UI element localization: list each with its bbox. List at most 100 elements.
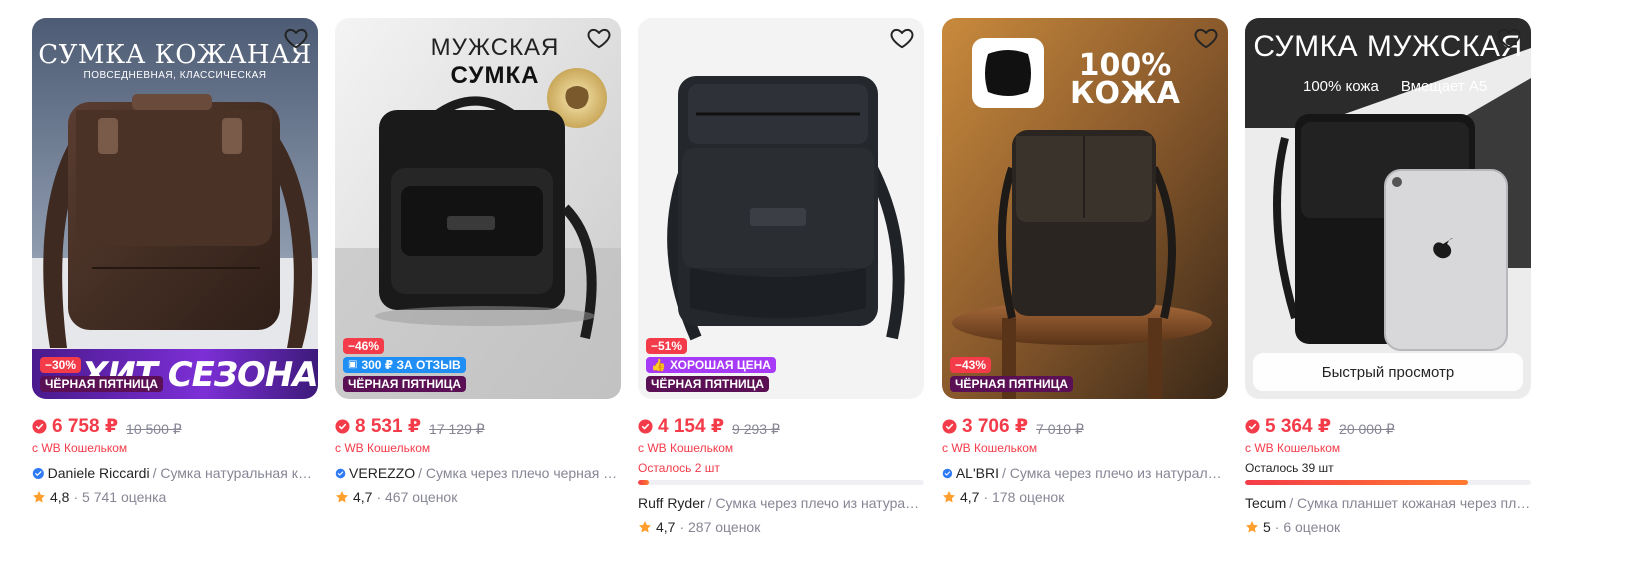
product-title[interactable]: Daniele Riccardi / Сумка натуральная кож… bbox=[32, 464, 318, 482]
product-title[interactable]: Tecum / Сумка планшет кожаная через плеч… bbox=[1245, 494, 1531, 512]
product-card[interactable]: 100% КОЖА −43% ЧЁРНАЯ ПЯТНИЦА 3 706 ₽ 7 … bbox=[942, 18, 1228, 505]
star-icon bbox=[942, 490, 956, 504]
price: 3 706 ₽ bbox=[942, 415, 1028, 438]
wallet-small-icon: ▣ bbox=[348, 359, 358, 370]
product-grid: СУМКА КОЖАНАЯ ПОВСЕДНЕВНАЯ, КЛАССИЧЕСКАЯ… bbox=[0, 0, 1642, 567]
reviews-count[interactable]: · 287 оценок bbox=[679, 519, 760, 535]
black-friday-badge: ЧЁРНАЯ ПЯТНИЦА bbox=[950, 376, 1074, 392]
image-caption-feature2: Вмещает А5 bbox=[1400, 78, 1488, 95]
star-icon bbox=[1245, 520, 1259, 534]
favorite-heart-icon[interactable] bbox=[1495, 24, 1523, 52]
rating-value: 4,7 bbox=[656, 519, 676, 535]
product-name[interactable]: / Сумка планшет кожаная через плечо bbox=[1289, 495, 1531, 511]
product-card[interactable]: −51% 👍 ХОРОШАЯ ЦЕНА ЧЁРНАЯ ПЯТНИЦА 4 154 … bbox=[638, 18, 924, 535]
black-friday-badge: ЧЁРНАЯ ПЯТНИЦА bbox=[343, 376, 467, 392]
discount-badge: −51% bbox=[646, 338, 688, 354]
rating: 4,7 · 467 оценок bbox=[335, 489, 621, 505]
price-row: 5 364 ₽ 20 000 ₽ bbox=[1245, 415, 1531, 437]
rating: 5 · 6 оценок bbox=[1245, 519, 1531, 535]
wallet-badge-icon bbox=[32, 419, 47, 434]
wallet-note: с WB Кошельком bbox=[335, 441, 431, 455]
favorite-heart-icon[interactable] bbox=[888, 24, 916, 52]
price-row: 4 154 ₽ 9 293 ₽ bbox=[638, 415, 924, 437]
discount-badge: −30% bbox=[40, 357, 82, 373]
reviews-count[interactable]: · 467 оценок bbox=[376, 489, 457, 505]
product-image[interactable]: −51% 👍 ХОРОШАЯ ЦЕНА ЧЁРНАЯ ПЯТНИЦА bbox=[638, 18, 924, 399]
brand[interactable]: Daniele Riccardi bbox=[48, 465, 150, 481]
brand[interactable]: VEREZZO bbox=[349, 465, 415, 481]
price: 5 364 ₽ bbox=[1245, 415, 1331, 438]
quick-view-button[interactable]: Быстрый просмотр bbox=[1253, 353, 1523, 391]
wallet-note: с WB Кошельком bbox=[942, 441, 1038, 455]
product-card[interactable]: МУЖСКАЯ СУМКА −46% ▣ 300 ₽ ЗА ОТЗЫВ ЧЁРНА… bbox=[335, 18, 621, 505]
stock-bar-fill bbox=[1245, 480, 1469, 485]
brand[interactable]: AL'BRI bbox=[956, 465, 999, 481]
discount-badge: −46% bbox=[343, 338, 385, 354]
price-value: 6 758 ₽ bbox=[52, 416, 119, 437]
review-reward-text: 300 ₽ ЗА ОТЗЫВ bbox=[361, 358, 461, 372]
price-row: 8 531 ₽ 17 129 ₽ bbox=[335, 415, 621, 437]
price: 8 531 ₽ bbox=[335, 415, 421, 438]
product-title[interactable]: AL'BRI / Сумка через плечо из натурально… bbox=[942, 464, 1228, 482]
brand[interactable]: Tecum bbox=[1245, 495, 1286, 511]
verified-check-icon bbox=[335, 467, 346, 480]
star-icon bbox=[638, 520, 652, 534]
wallet-note: с WB Кошельком bbox=[1245, 441, 1341, 455]
old-price: 17 129 ₽ bbox=[429, 421, 485, 437]
rating-value: 4,7 bbox=[960, 489, 980, 505]
image-caption: 100% КОЖА bbox=[1060, 51, 1190, 111]
old-price: 7 010 ₽ bbox=[1036, 421, 1084, 437]
favorite-heart-icon[interactable] bbox=[585, 24, 613, 52]
product-title[interactable]: VEREZZO / Сумка через плечо черная кожан… bbox=[335, 464, 621, 482]
product-image[interactable]: МУЖСКАЯ СУМКА −46% ▣ 300 ₽ ЗА ОТЗЫВ ЧЁРНА… bbox=[335, 18, 621, 399]
product-name[interactable]: / Сумка натуральная кожа bbox=[153, 465, 318, 481]
reviews-count[interactable]: · 6 оценок bbox=[1275, 519, 1340, 535]
image-caption-title: СУМКА МУЖСКАЯ bbox=[1253, 30, 1523, 63]
rating-value: 4,7 bbox=[353, 489, 373, 505]
stock-bar-fill bbox=[638, 480, 650, 485]
product-name[interactable]: / Сумка через плечо из натуральной кожи bbox=[1002, 465, 1228, 481]
price: 6 758 ₽ bbox=[32, 415, 118, 438]
product-image[interactable]: СУМКА МУЖСКАЯ 100% кожа Вмещает А5 Быстр… bbox=[1245, 18, 1531, 399]
image-caption-features: 100% кожа Вмещает А5 bbox=[1303, 78, 1487, 95]
price: 4 154 ₽ bbox=[638, 415, 724, 438]
product-image[interactable]: 100% КОЖА −43% ЧЁРНАЯ ПЯТНИЦА bbox=[942, 18, 1228, 399]
favorite-heart-icon[interactable] bbox=[282, 24, 310, 52]
discount-badge: −43% bbox=[950, 357, 992, 373]
star-icon bbox=[32, 490, 46, 504]
product-name[interactable]: / Сумка через плечо черная кожаная bbox=[418, 465, 621, 481]
product-image[interactable]: СУМКА КОЖАНАЯ ПОВСЕДНЕВНАЯ, КЛАССИЧЕСКАЯ… bbox=[32, 18, 318, 399]
price-value: 4 154 ₽ bbox=[658, 416, 725, 437]
old-price: 20 000 ₽ bbox=[1339, 421, 1395, 437]
thumbs-up-icon: 👍 bbox=[651, 358, 666, 372]
wallet-badge-icon bbox=[638, 419, 653, 434]
wallet-badge-icon bbox=[1245, 419, 1260, 434]
product-title[interactable]: Ruff Ryder / Сумка через плечо из натура… bbox=[638, 494, 924, 512]
badges: −43% ЧЁРНАЯ ПЯТНИЦА bbox=[950, 357, 1074, 392]
image-caption-line2: КОЖА bbox=[1070, 76, 1180, 111]
image-caption: МУЖСКАЯ СУМКА bbox=[335, 34, 621, 90]
black-friday-badge: ЧЁРНАЯ ПЯТНИЦА bbox=[646, 376, 770, 392]
favorite-heart-icon[interactable] bbox=[1192, 24, 1220, 52]
image-caption-subtitle: ПОВСЕДНЕВНАЯ, КЛАССИЧЕСКАЯ bbox=[83, 70, 267, 81]
reviews-count[interactable]: · 178 оценок bbox=[983, 489, 1064, 505]
stock-bar bbox=[1245, 480, 1531, 485]
good-price-text: ХОРОШАЯ ЦЕНА bbox=[669, 358, 771, 372]
wallet-badge-icon bbox=[335, 419, 350, 434]
rating: 4,7 · 287 оценок bbox=[638, 519, 924, 535]
image-caption-feature1: 100% кожа bbox=[1303, 78, 1379, 95]
badges: −46% ▣ 300 ₽ ЗА ОТЗЫВ ЧЁРНАЯ ПЯТНИЦА bbox=[343, 338, 467, 392]
old-price: 9 293 ₽ bbox=[732, 421, 780, 437]
product-card[interactable]: СУМКА КОЖАНАЯ ПОВСЕДНЕВНАЯ, КЛАССИЧЕСКАЯ… bbox=[32, 18, 318, 505]
price-row: 6 758 ₽ 10 500 ₽ bbox=[32, 415, 318, 437]
product-card[interactable]: СУМКА МУЖСКАЯ 100% кожа Вмещает А5 Быстр… bbox=[1245, 18, 1531, 535]
old-price: 10 500 ₽ bbox=[126, 421, 182, 437]
star-icon bbox=[335, 490, 349, 504]
verified-check-icon bbox=[32, 467, 45, 480]
brand[interactable]: Ruff Ryder bbox=[638, 495, 705, 511]
image-caption-title: СУМКА КОЖАНАЯ bbox=[38, 40, 312, 70]
reviews-count[interactable]: · 5 741 оценка bbox=[73, 489, 166, 505]
wallet-note: с WB Кошельком bbox=[638, 441, 734, 455]
product-name[interactable]: / Сумка через плечо из натуральной кожи bbox=[708, 495, 924, 511]
good-price-badge: 👍 ХОРОШАЯ ЦЕНА bbox=[646, 357, 776, 373]
